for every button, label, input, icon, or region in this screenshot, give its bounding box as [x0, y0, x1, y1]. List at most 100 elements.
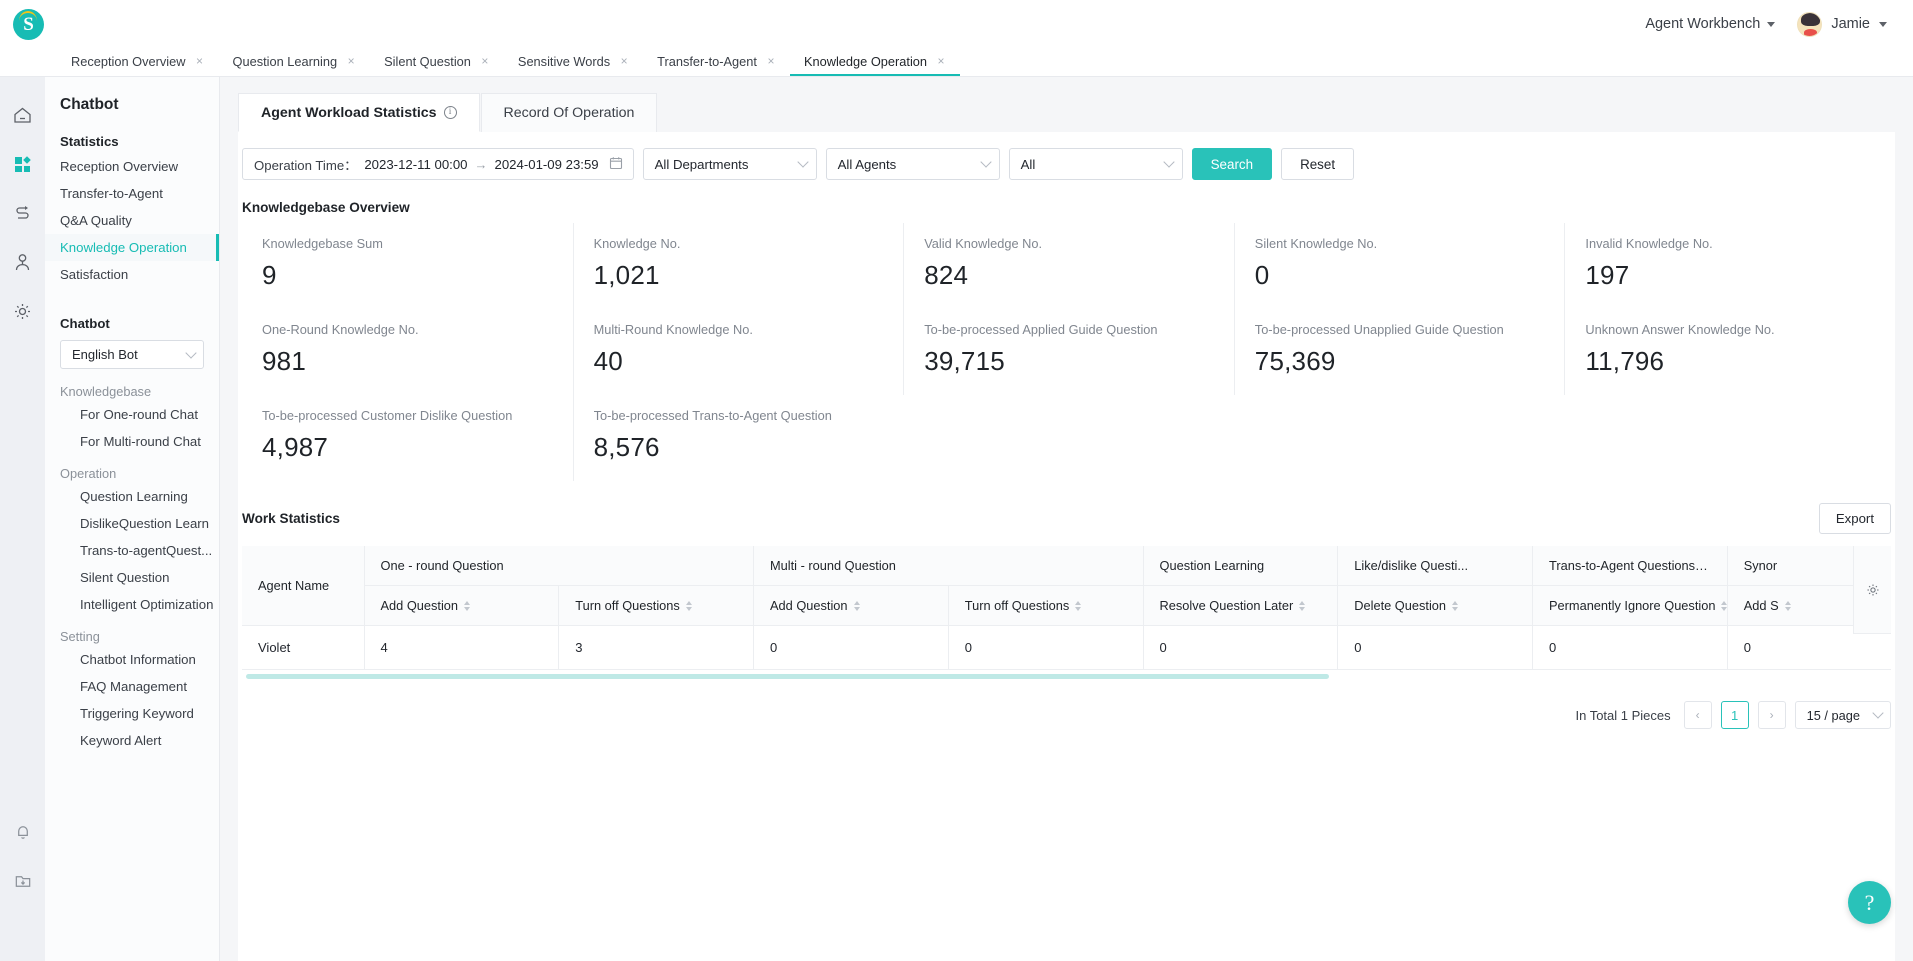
table-cell: 3: [558, 625, 754, 670]
sidebar-setting-list: Chatbot Information FAQ Management Trigger…: [45, 646, 219, 754]
bot-select-wrapper: English Bot: [45, 335, 219, 373]
close-icon[interactable]: ×: [346, 55, 356, 67]
sidebar-item-kb-0[interactable]: For One-round Chat: [45, 401, 219, 428]
table-subheader[interactable]: Permanently Ignore Question: [1532, 585, 1728, 626]
sidebar-item-op-2[interactable]: Trans-to-agentQuest...: [45, 537, 219, 564]
stat-card: Invalid Knowledge No. 197: [1564, 223, 1895, 309]
sort-icon[interactable]: [1784, 600, 1791, 611]
sidebar-item-op-1[interactable]: DislikeQuestion Learn: [45, 510, 219, 537]
browser-tab-5[interactable]: Knowledge Operation ×: [789, 48, 961, 76]
bell-icon[interactable]: [0, 807, 45, 856]
export-button[interactable]: Export: [1818, 503, 1891, 534]
sort-icon[interactable]: [685, 600, 692, 611]
agent-icon[interactable]: [0, 238, 45, 287]
pagination-prev-button[interactable]: ‹: [1683, 701, 1712, 729]
sidebar-item-op-0[interactable]: Question Learning: [45, 483, 219, 510]
bot-select[interactable]: English Bot: [60, 340, 204, 369]
sort-icon[interactable]: [1721, 600, 1728, 611]
pagination-next-button[interactable]: ›: [1757, 701, 1786, 729]
table-subheader[interactable]: Add Question: [753, 585, 949, 626]
browser-tab-2[interactable]: Silent Question ×: [370, 48, 504, 76]
stat-card-label: One-Round Knowledge No.: [262, 322, 419, 337]
download-icon[interactable]: [0, 856, 45, 905]
browser-tab-1[interactable]: Question Learning ×: [219, 48, 371, 76]
pagination-page-1[interactable]: 1: [1720, 701, 1749, 729]
help-button[interactable]: ?: [1848, 881, 1891, 924]
table-row: Violet 4 3 0 0 0 0 0 0: [242, 625, 1891, 670]
subheader-sort-wrap: Add Question: [381, 598, 471, 613]
close-icon[interactable]: ×: [480, 55, 490, 67]
table-settings-gear-icon[interactable]: [1853, 546, 1891, 634]
table-subheader[interactable]: Delete Question: [1337, 585, 1533, 626]
sidebar-item-set-1[interactable]: FAQ Management: [45, 673, 219, 700]
table-subheader-label: Add S: [1743, 598, 1779, 613]
workbench-menu[interactable]: Agent Workbench: [1645, 16, 1776, 32]
sidebar-item-1[interactable]: Transfer-to-Agent: [45, 180, 219, 207]
close-icon[interactable]: ×: [619, 55, 629, 67]
agents-value: All Agents: [837, 156, 897, 172]
subheader-sort-wrap: Turn off Questions: [965, 598, 1082, 613]
table-subheader[interactable]: Resolve Question Later: [1142, 585, 1338, 626]
stat-card-value: 11,796: [1585, 346, 1665, 376]
sidebar: Chatbot Statistics Reception Overview Tra…: [45, 77, 220, 961]
stat-card: To-be-processed Trans-to-Agent Question 8…: [572, 395, 904, 481]
horizontal-scrollbar[interactable]: [246, 674, 1887, 679]
work-statistics-table: Agent Name One - round Question Multi - ro…: [242, 546, 1891, 670]
page-size-value: 15 / page: [1806, 707, 1860, 723]
sidebar-item-4[interactable]: Satisfaction: [45, 261, 219, 288]
stat-card-value: 0: [1254, 260, 1270, 290]
sort-desc-icon: [1721, 606, 1728, 611]
browser-tab-4[interactable]: Transfer-to-Agent ×: [643, 48, 790, 76]
sidebar-item-set-2[interactable]: Triggering Keyword: [45, 700, 219, 727]
sidebar-item-op-3[interactable]: Silent Question: [45, 564, 219, 591]
sidebar-item-set-3[interactable]: Keyword Alert: [45, 727, 219, 754]
dashboard-icon[interactable]: [0, 140, 45, 189]
sidebar-item-set-0[interactable]: Chatbot Information: [45, 646, 219, 673]
table-group-header: Question Learning: [1142, 546, 1338, 586]
sidebar-item-2[interactable]: Q&A Quality: [45, 207, 219, 234]
department-select[interactable]: All Departments: [642, 148, 817, 180]
browser-tab-3[interactable]: Sensitive Words ×: [504, 48, 643, 76]
user-menu[interactable]: Jamie: [1797, 11, 1887, 37]
filter-bar: Operation Time： 2023-12-11 00:00 → 2024-…: [238, 132, 1895, 180]
close-icon[interactable]: ×: [195, 55, 205, 67]
stat-card-value: 981: [262, 346, 306, 376]
tab-agent-workload-statistics[interactable]: Agent Workload Statistics i: [238, 93, 480, 132]
workflow-icon[interactable]: [0, 189, 45, 238]
table-cell: 0: [947, 625, 1143, 670]
sidebar-item-0[interactable]: Reception Overview: [45, 153, 219, 180]
sidebar-item-3[interactable]: Knowledge Operation: [45, 234, 219, 261]
calendar-icon[interactable]: [609, 156, 623, 173]
sidebar-item-kb-1[interactable]: For Multi-round Chat: [45, 428, 219, 455]
table-subheader[interactable]: Turn off Questions: [947, 585, 1143, 626]
sort-icon[interactable]: [464, 600, 471, 611]
sort-icon[interactable]: [1299, 600, 1306, 611]
all-select[interactable]: All: [1008, 148, 1183, 180]
sidebar-item-op-4[interactable]: Intelligent Optimization: [45, 591, 219, 618]
close-icon[interactable]: ×: [936, 55, 946, 67]
content-panel: Operation Time： 2023-12-11 00:00 → 2024-…: [238, 132, 1895, 961]
agents-select[interactable]: All Agents: [825, 148, 1000, 180]
search-button[interactable]: Search: [1191, 148, 1273, 180]
app-logo[interactable]: S: [0, 0, 57, 48]
sort-icon[interactable]: [1452, 600, 1459, 611]
reset-button[interactable]: Reset: [1281, 148, 1355, 180]
home-icon[interactable]: [0, 91, 45, 140]
tab-record-of-operation[interactable]: Record Of Operation: [480, 93, 658, 132]
table-subheader[interactable]: Add Question: [363, 585, 559, 626]
gear-icon[interactable]: [0, 287, 45, 336]
table-subheader[interactable]: Turn off Questions: [558, 585, 754, 626]
sort-icon[interactable]: [1075, 600, 1082, 611]
sort-asc-icon: [1721, 600, 1728, 605]
icon-rail: [0, 77, 45, 961]
close-icon[interactable]: ×: [766, 55, 776, 67]
scrollbar-thumb[interactable]: [246, 674, 1330, 679]
browser-tab-0[interactable]: Reception Overview ×: [57, 48, 219, 76]
cell-agent-name: Violet: [242, 625, 364, 670]
operation-time-range[interactable]: Operation Time： 2023-12-11 00:00 → 2024-…: [242, 148, 634, 180]
info-icon[interactable]: i: [443, 106, 457, 119]
stat-card-value: 40: [593, 346, 623, 376]
sort-icon[interactable]: [853, 600, 860, 611]
page-size-select[interactable]: 15 / page: [1794, 701, 1891, 729]
table-sub-header-row: Add Question Turn off Questions Add Questi…: [242, 585, 1891, 626]
